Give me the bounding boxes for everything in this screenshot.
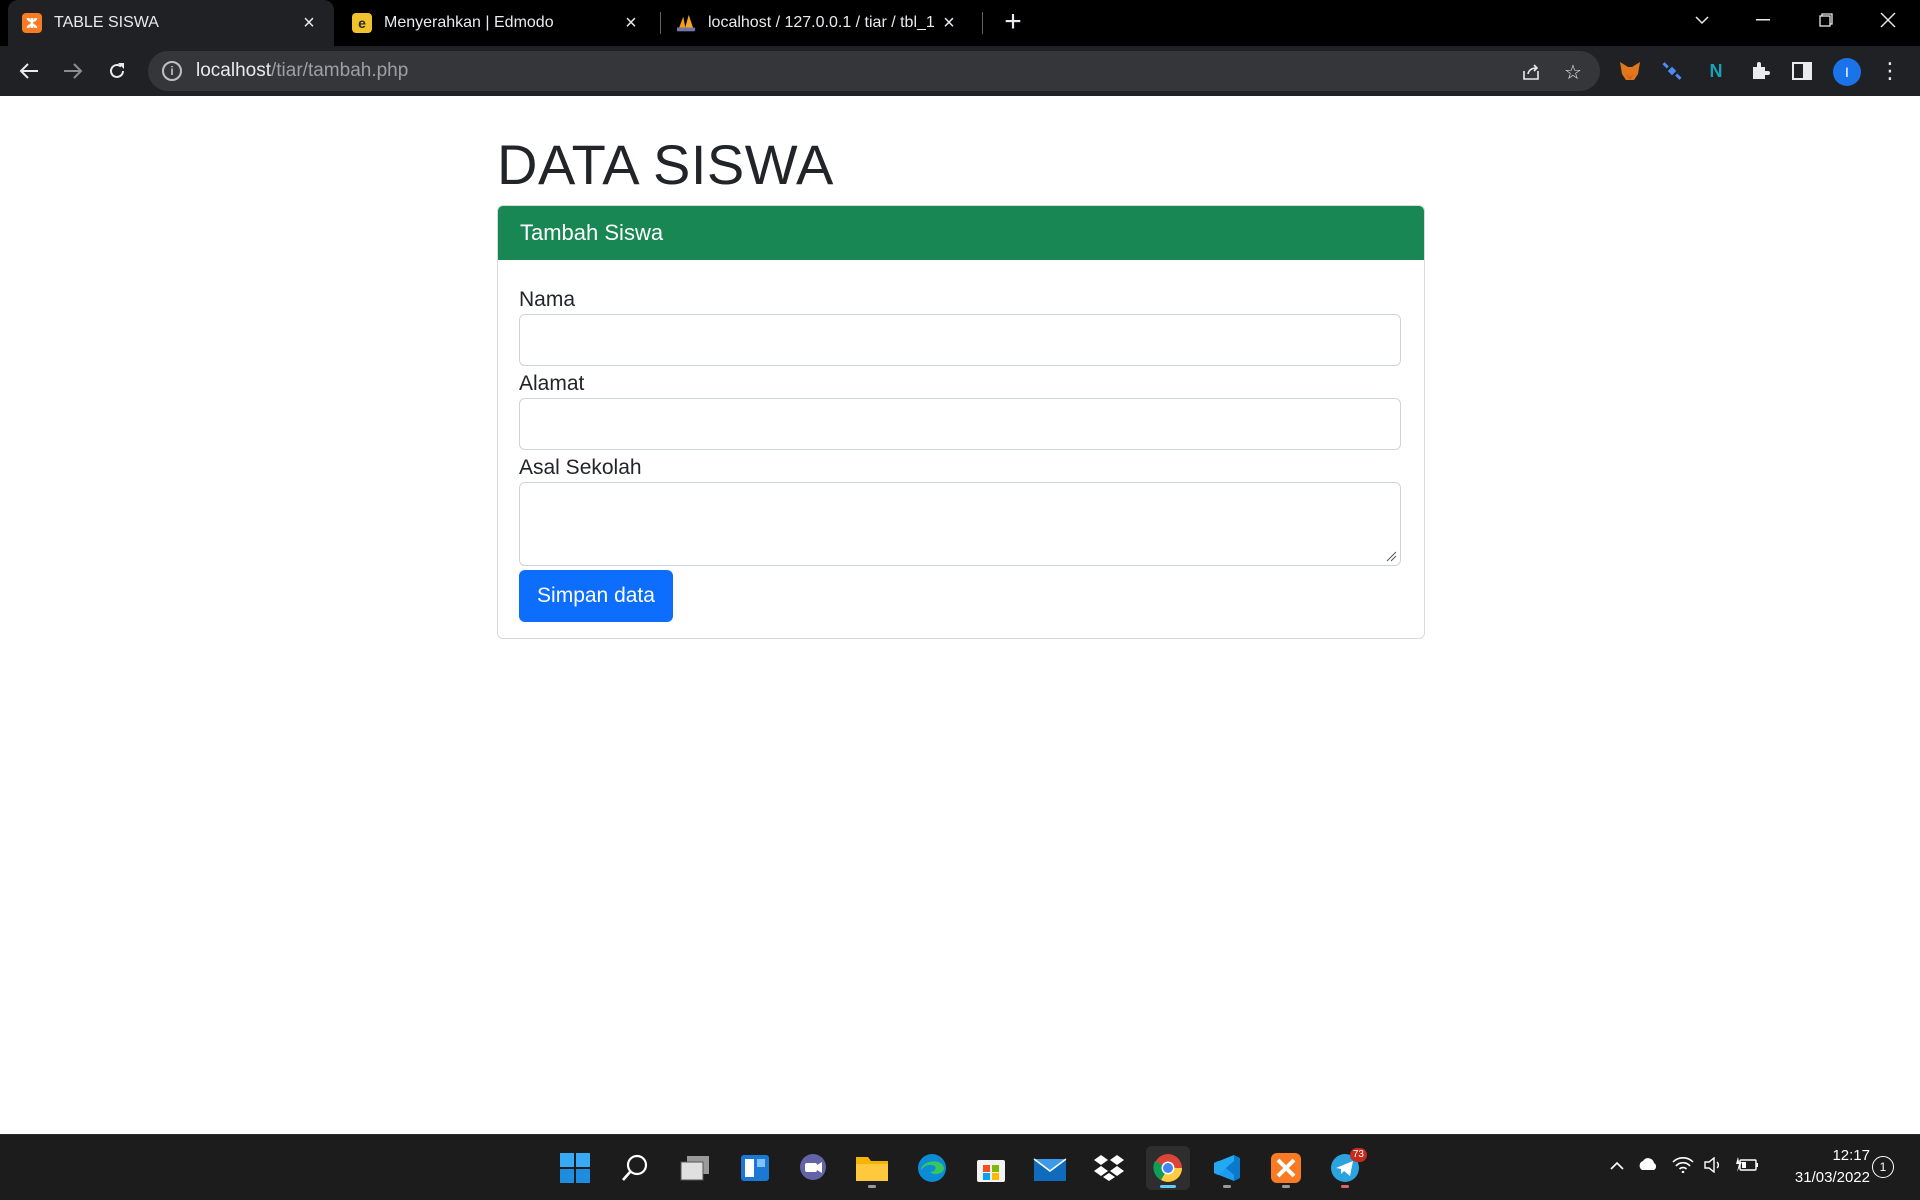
tab-separator — [660, 12, 661, 34]
asal-sekolah-label: Asal Sekolah — [519, 456, 642, 479]
unread-badge: 73 — [1349, 1148, 1367, 1162]
tab-title: Menyerahkan | Edmodo — [384, 14, 554, 31]
forward-icon[interactable] — [56, 54, 90, 88]
tab-title: localhost / 127.0.0.1 / tiar / tbl_1 — [708, 14, 935, 31]
mail-icon[interactable] — [1028, 1146, 1072, 1190]
show-hidden-icons-chevron-icon[interactable] — [1609, 1157, 1625, 1175]
edge-browser-icon[interactable] — [910, 1146, 954, 1190]
system-clock[interactable]: 12:17 31/03/2022 — [1770, 1145, 1870, 1189]
close-window-icon[interactable] — [1858, 0, 1918, 40]
add-student-card: Tambah Siswa Nama Alamat Asal Sekolah Si… — [497, 205, 1425, 639]
resize-grip-icon[interactable] — [1385, 550, 1397, 562]
chrome-menu-icon[interactable]: ⋮ — [1878, 58, 1902, 83]
card-header: Tambah Siswa — [498, 206, 1424, 260]
dropbox-icon[interactable] — [1087, 1146, 1131, 1190]
xampp-taskbar-icon[interactable] — [1264, 1146, 1308, 1190]
tab-phpmyadmin[interactable]: localhost / 127.0.0.1 / tiar / tbl_1 × — [662, 0, 974, 46]
volume-icon[interactable] — [1704, 1156, 1724, 1178]
onedrive-cloud-icon[interactable] — [1637, 1157, 1659, 1176]
asal-sekolah-textarea[interactable] — [519, 482, 1401, 566]
active-indicator — [1160, 1185, 1176, 1188]
close-tab-icon[interactable]: × — [298, 12, 320, 34]
teams-chat-icon[interactable] — [791, 1146, 835, 1190]
widgets-icon[interactable] — [733, 1146, 777, 1190]
phpmyadmin-icon — [676, 13, 696, 33]
edmodo-icon: e — [352, 13, 372, 33]
telegram-icon[interactable]: 73 — [1323, 1146, 1367, 1190]
address-bar[interactable]: i localhost/tiar/tambah.php ☆ — [148, 51, 1600, 91]
restore-icon[interactable] — [1796, 0, 1856, 40]
battery-charging-icon[interactable] — [1736, 1157, 1760, 1178]
alamat-input[interactable] — [519, 398, 1401, 450]
browser-tab-strip: ⵣ TABLE SISWA × e Menyerahkan | Edmodo ×… — [0, 0, 1920, 46]
file-explorer-icon[interactable] — [850, 1146, 894, 1190]
url-text: localhost/tiar/tambah.php — [196, 60, 409, 81]
save-data-button[interactable]: Simpan data — [519, 570, 673, 622]
tab-edmodo[interactable]: e Menyerahkan | Edmodo × — [338, 0, 656, 46]
alamat-label: Alamat — [519, 372, 585, 395]
n-extension-icon[interactable]: N — [1704, 59, 1728, 83]
extensions-puzzle-icon[interactable] — [1748, 59, 1772, 83]
clock-date: 31/03/2022 — [1794, 1169, 1870, 1186]
windows-taskbar: 73 12:17 31/03/2022 1 — [0, 1134, 1920, 1200]
task-view-icon[interactable] — [673, 1146, 717, 1190]
tab-search-icon[interactable] — [1672, 0, 1732, 40]
tab-table-siswa[interactable]: ⵣ TABLE SISWA × — [8, 0, 334, 46]
running-indicator — [1341, 1185, 1349, 1188]
browser-toolbar: i localhost/tiar/tambah.php ☆ N I ⋮ — [0, 46, 1920, 96]
running-indicator — [1282, 1185, 1290, 1188]
xampp-icon: ⵣ — [22, 13, 42, 33]
new-tab-button[interactable]: + — [998, 7, 1028, 38]
tab-title: TABLE SISWA — [54, 14, 159, 31]
web-page: DATA SISWA Tambah Siswa Nama Alamat Asal… — [0, 96, 1920, 1134]
bookmark-star-icon[interactable]: ☆ — [1562, 61, 1584, 84]
site-info-icon[interactable]: i — [162, 61, 182, 81]
wifi-icon[interactable] — [1672, 1157, 1694, 1178]
add-student-form: Nama Alamat Asal Sekolah Simpan data — [498, 260, 1424, 622]
back-icon[interactable] — [12, 54, 46, 88]
share-icon[interactable] — [1520, 61, 1542, 83]
nama-label: Nama — [519, 288, 576, 311]
tab-separator — [982, 12, 983, 34]
running-indicator — [1223, 1185, 1231, 1188]
vscode-icon[interactable] — [1205, 1146, 1249, 1190]
minimize-icon[interactable] — [1733, 0, 1793, 40]
side-panel-icon[interactable] — [1790, 59, 1814, 83]
start-windows-icon[interactable] — [553, 1146, 597, 1190]
reload-icon[interactable] — [100, 54, 134, 88]
nama-input[interactable] — [519, 314, 1401, 366]
close-tab-icon[interactable]: × — [938, 12, 960, 34]
running-indicator — [868, 1185, 876, 1188]
metamask-extension-icon[interactable] — [1618, 59, 1642, 83]
clock-time: 12:17 — [1832, 1147, 1870, 1164]
close-tab-icon[interactable]: × — [620, 12, 642, 34]
chrome-icon[interactable] — [1146, 1146, 1190, 1190]
notification-count-badge[interactable]: 1 — [1872, 1156, 1894, 1178]
profile-avatar[interactable]: I — [1833, 58, 1861, 86]
page-title: DATA SISWA — [497, 133, 834, 196]
microsoft-store-icon[interactable] — [969, 1146, 1013, 1190]
search-icon[interactable] — [613, 1146, 657, 1190]
satellite-extension-icon[interactable] — [1660, 59, 1684, 83]
